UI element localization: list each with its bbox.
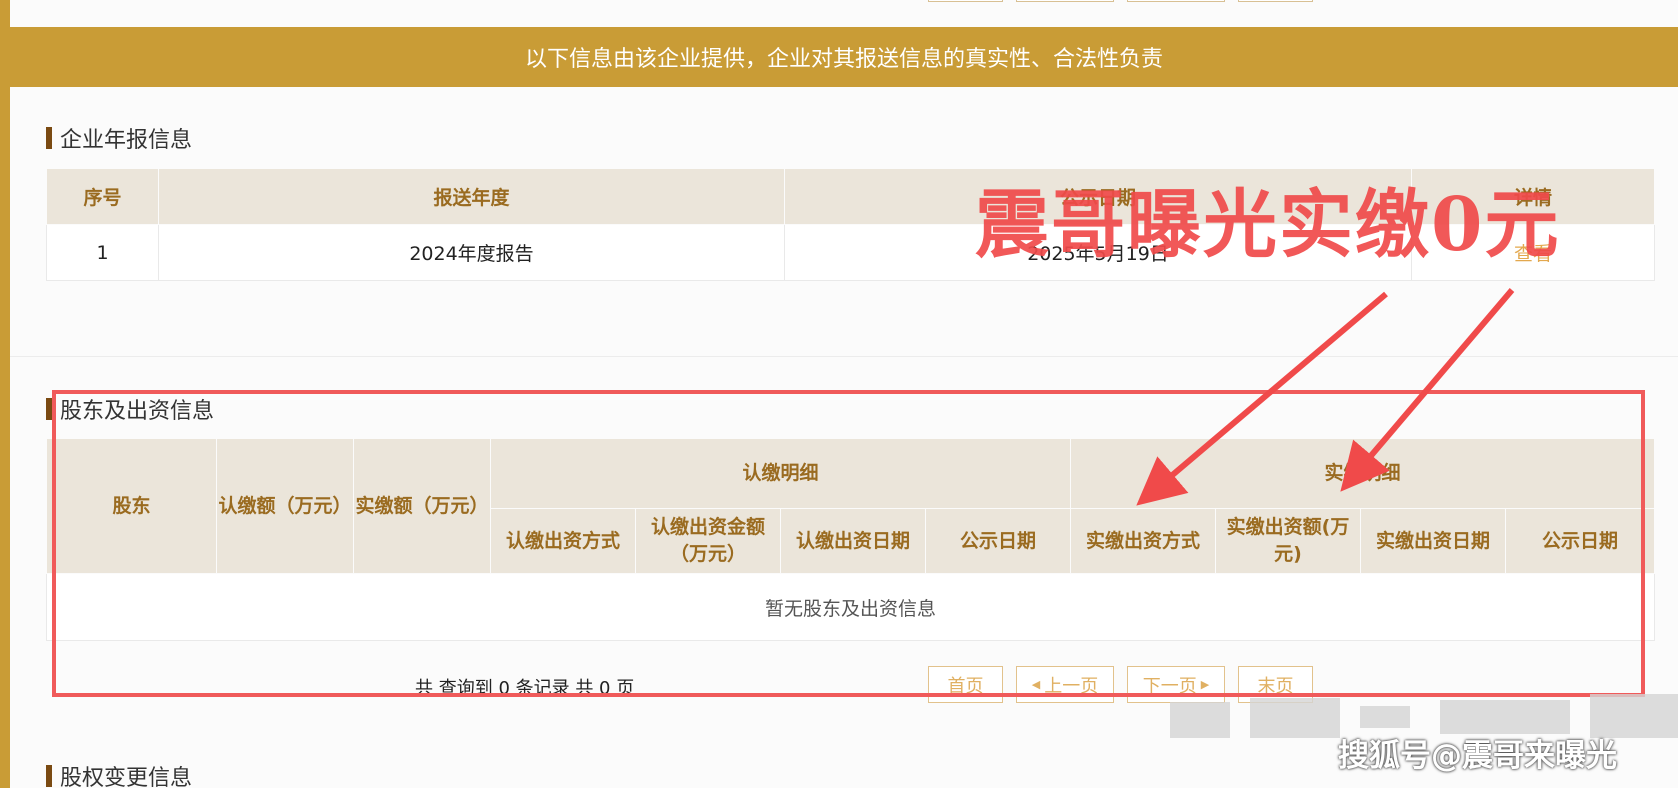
annotation-arrows: [1136, 288, 1515, 506]
watermark-text: 搜狐号@震哥来曝光: [1338, 738, 1617, 774]
arrow-icon: [1340, 288, 1515, 492]
arrow-icon: [1136, 291, 1388, 506]
